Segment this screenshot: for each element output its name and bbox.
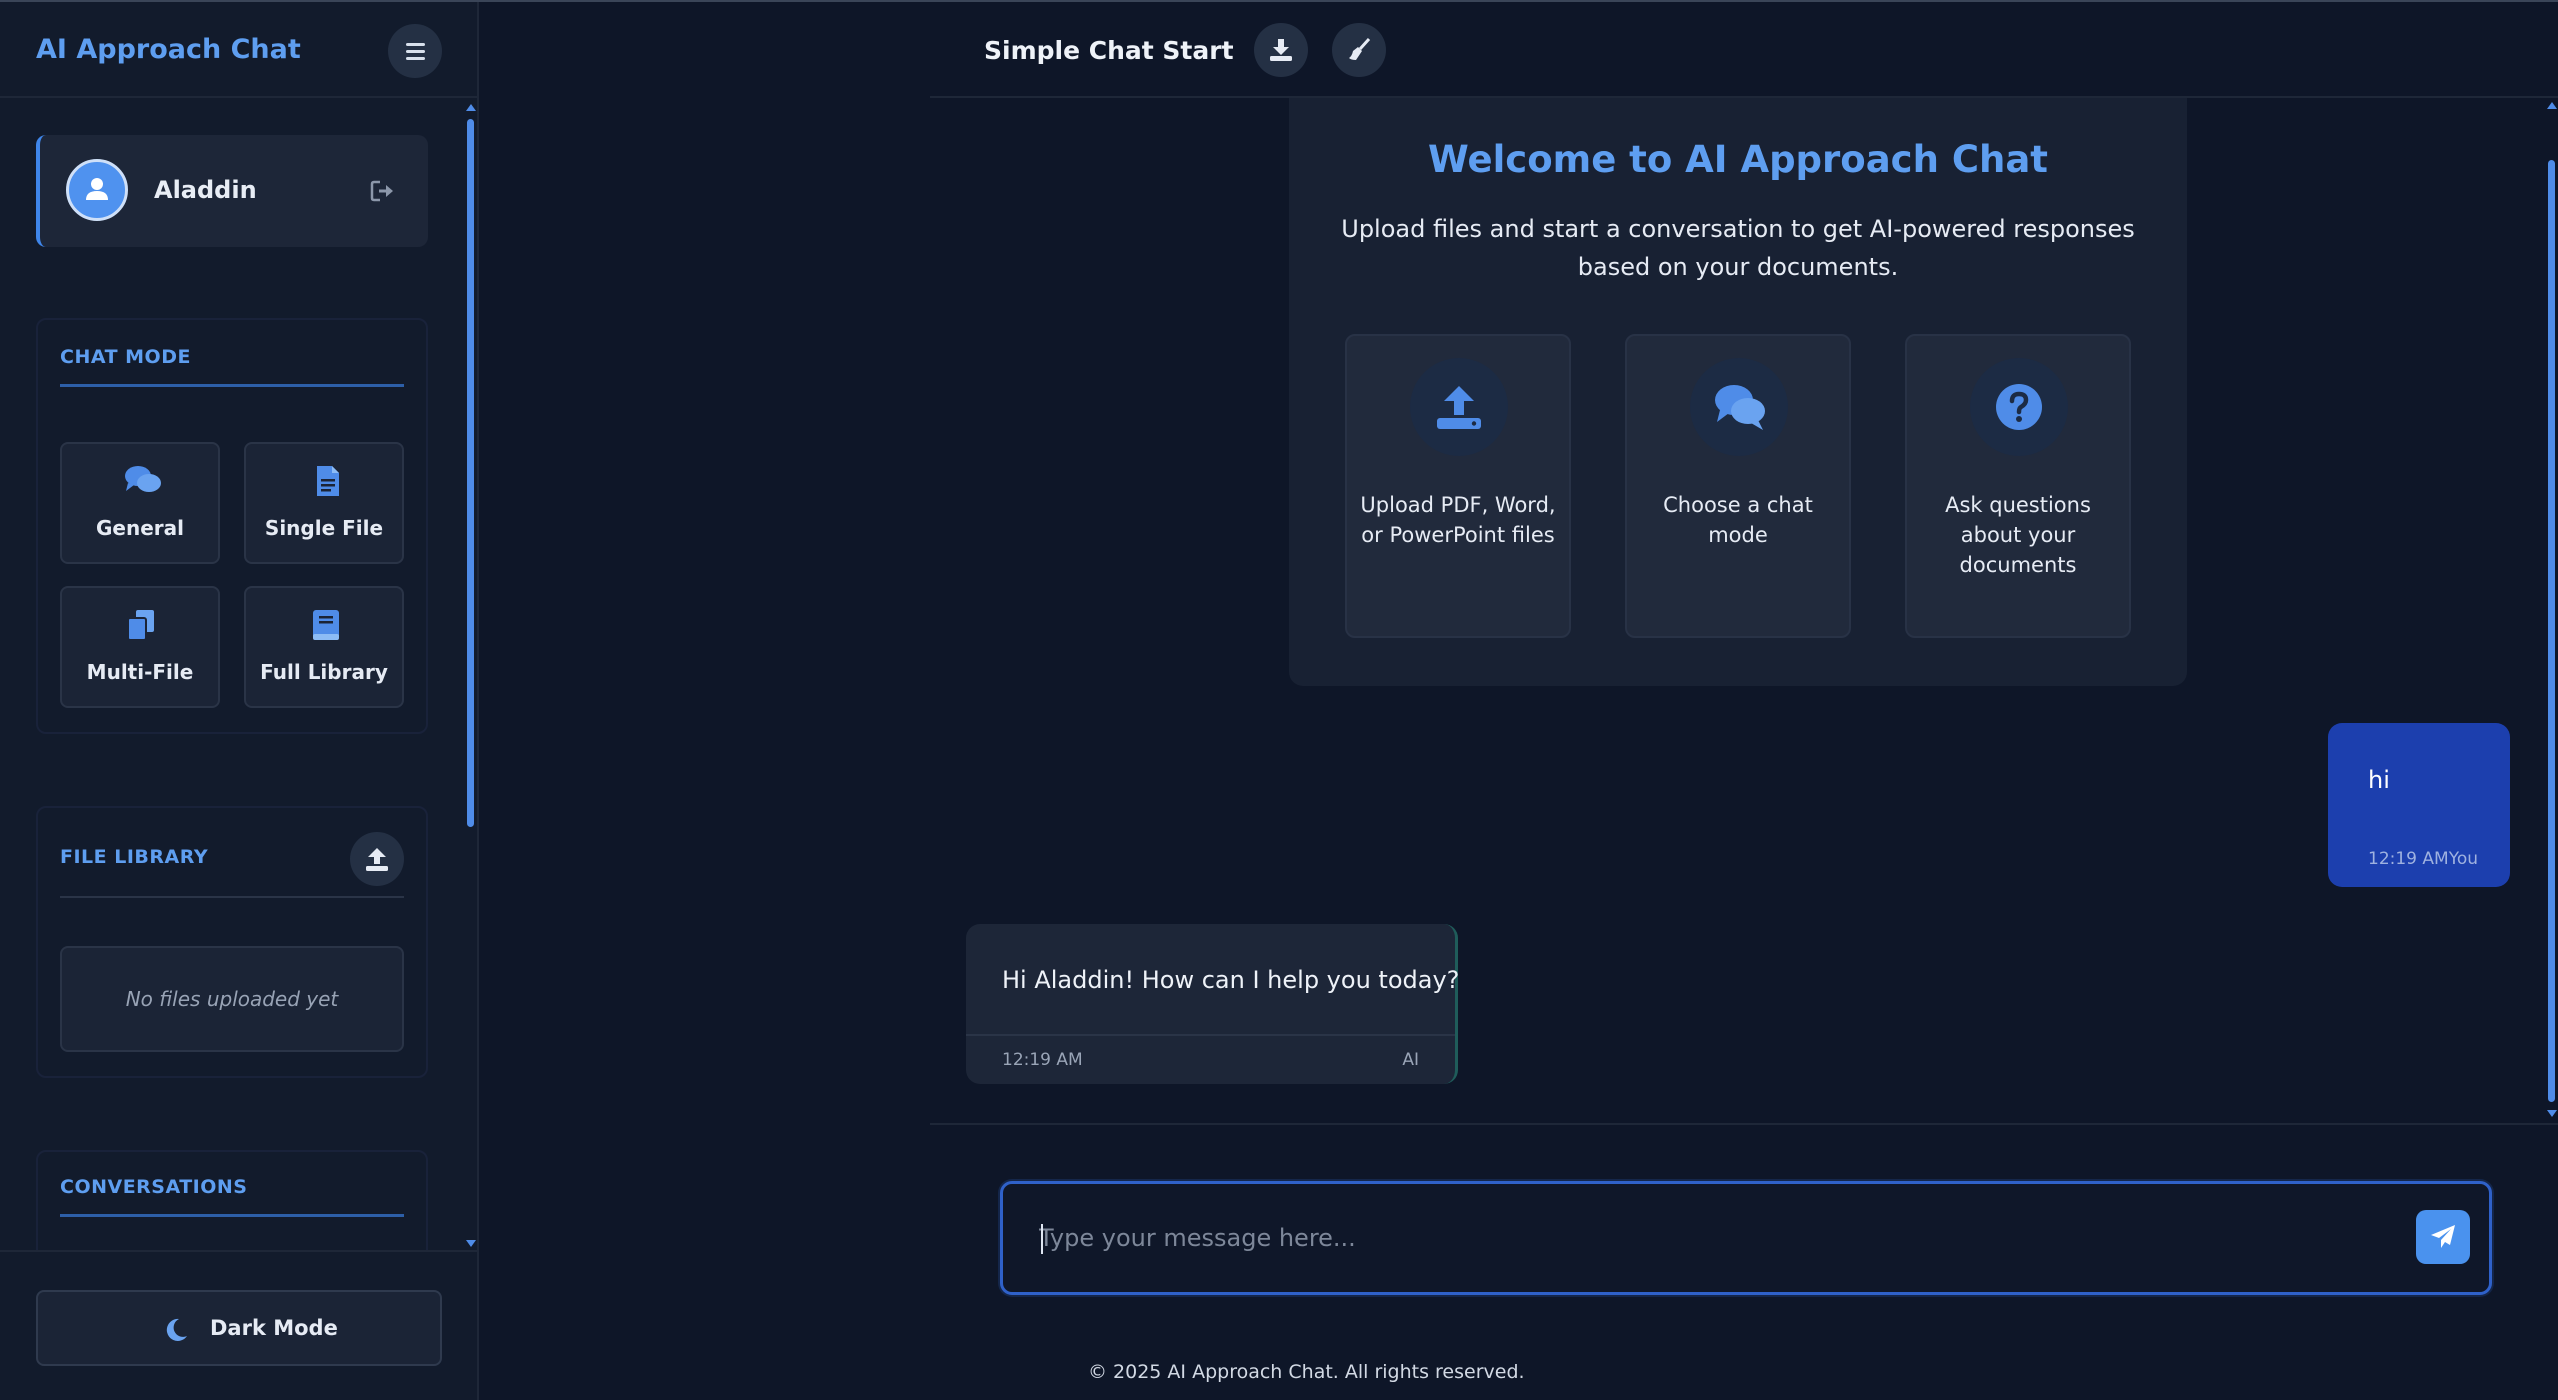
empty-file-list: No files uploaded yet (60, 946, 404, 1052)
file-icon (317, 466, 339, 496)
file-library-title: FILE LIBRARY (60, 846, 209, 868)
conversations-section: CONVERSATIONS (36, 1150, 428, 1250)
menu-toggle-button[interactable] (388, 24, 442, 78)
chat-header: Simple Chat Start (930, 2, 2558, 98)
copy-files-icon (127, 610, 154, 641)
comments-icon (1715, 385, 1765, 430)
upload-icon (366, 848, 388, 871)
upload-file-button[interactable] (350, 832, 404, 886)
message-sender: AI (1402, 1050, 1419, 1070)
message-sender: You (2448, 849, 2479, 869)
user-message-bubble: hi 12:19 AMYou (2328, 723, 2510, 887)
chat-mode-section: CHAT MODE General Single File Multi-File… (36, 318, 428, 734)
message-input[interactable] (1039, 1218, 2389, 1258)
feature-card-chat-mode: Choose a chat mode (1625, 334, 1851, 638)
welcome-card: Welcome to AI Approach Chat Upload files… (1289, 98, 2187, 686)
message-composer (1000, 1181, 2492, 1295)
send-button[interactable] (2416, 1210, 2470, 1264)
message-text: Hi Aladdin! How can I help you today? (1002, 966, 1460, 994)
message-meta: 12:19 AMYou (2368, 849, 2478, 869)
clear-chat-button[interactable] (1332, 23, 1386, 77)
question-icon (1996, 384, 2042, 430)
sidebar-scroll-down-arrow[interactable] (466, 1240, 476, 1247)
dark-mode-button[interactable]: Dark Mode (36, 1290, 442, 1366)
moon-icon (166, 1318, 187, 1341)
feature-icon-container (1410, 358, 1508, 456)
sidebar-scrollbar-thumb[interactable] (467, 119, 474, 827)
welcome-subtitle: Upload files and start a conversation to… (1341, 215, 2135, 281)
sidebar-scroll-up-arrow[interactable] (466, 104, 476, 111)
feature-text: Upload PDF, Word, or PowerPoint files (1360, 493, 1556, 547)
sidebar-footer: Dark Mode (0, 1250, 477, 1400)
user-name: Aladdin (154, 176, 257, 204)
mode-label: Single File (264, 516, 384, 540)
feature-text: Choose a chat mode (1663, 493, 1813, 547)
download-chat-button[interactable] (1254, 23, 1308, 77)
text-caret (1041, 1224, 1043, 1254)
sidebar-scroll-area[interactable]: Aladdin CHAT MODE General Single File Mu… (0, 100, 477, 1250)
mode-label: Full Library (260, 660, 388, 684)
book-icon (313, 610, 339, 640)
message-time: 12:19 AM (1002, 1050, 1083, 1070)
sidebar-header: AI Approach Chat (0, 2, 477, 98)
message-text: hi (2368, 766, 2390, 794)
app-title: AI Approach Chat (36, 34, 301, 65)
chat-scroll-up-arrow[interactable] (2547, 102, 2557, 109)
feature-card-upload: Upload PDF, Word, or PowerPoint files (1345, 334, 1571, 638)
chat-mode-title: CHAT MODE (60, 346, 191, 368)
message-divider (966, 1034, 1455, 1036)
mode-single-file-button[interactable]: Single File (244, 442, 404, 564)
sidebar: AI Approach Chat Aladdin CHAT MODE Gener… (0, 2, 479, 1400)
section-divider (60, 384, 404, 387)
avatar[interactable] (66, 159, 128, 221)
mode-multi-file-button[interactable]: Multi-File (60, 586, 220, 708)
file-library-section: FILE LIBRARY No files uploaded yet (36, 806, 428, 1078)
section-divider (60, 896, 404, 898)
upload-icon (1437, 386, 1481, 429)
mode-label: Multi-File (86, 660, 194, 684)
dark-mode-label: Dark Mode (210, 1316, 338, 1340)
chat-title: Simple Chat Start (984, 36, 1234, 65)
paper-plane-icon (2431, 1225, 2455, 1248)
composer-divider (930, 1123, 2558, 1125)
feature-text: Ask questions about your documents (1945, 493, 2091, 577)
message-time: 12:19 AM (2368, 849, 2449, 869)
comments-icon (125, 466, 161, 492)
user-card: Aladdin (36, 135, 428, 247)
conversations-title: CONVERSATIONS (60, 1176, 248, 1198)
download-icon (1270, 39, 1292, 61)
copyright-text: © 2025 AI Approach Chat. All rights rese… (1088, 1361, 1525, 1383)
user-icon (86, 178, 108, 200)
section-divider (60, 1214, 404, 1217)
mode-full-library-button[interactable]: Full Library (244, 586, 404, 708)
feature-icon-container (1690, 358, 1788, 456)
logout-icon[interactable] (370, 179, 396, 203)
mode-label: General (96, 516, 184, 540)
chat-scroll-down-arrow[interactable] (2547, 1110, 2557, 1117)
ai-message-bubble: Hi Aladdin! How can I help you today? 12… (966, 924, 1460, 1084)
feature-card-questions: Ask questions about your documents (1905, 334, 2131, 638)
chat-scrollbar-thumb[interactable] (2548, 160, 2555, 1102)
feature-icon-container (1970, 358, 2068, 456)
mode-general-button[interactable]: General (60, 442, 220, 564)
welcome-title: Welcome to AI Approach Chat (1428, 138, 2048, 181)
broom-icon (1349, 38, 1371, 60)
